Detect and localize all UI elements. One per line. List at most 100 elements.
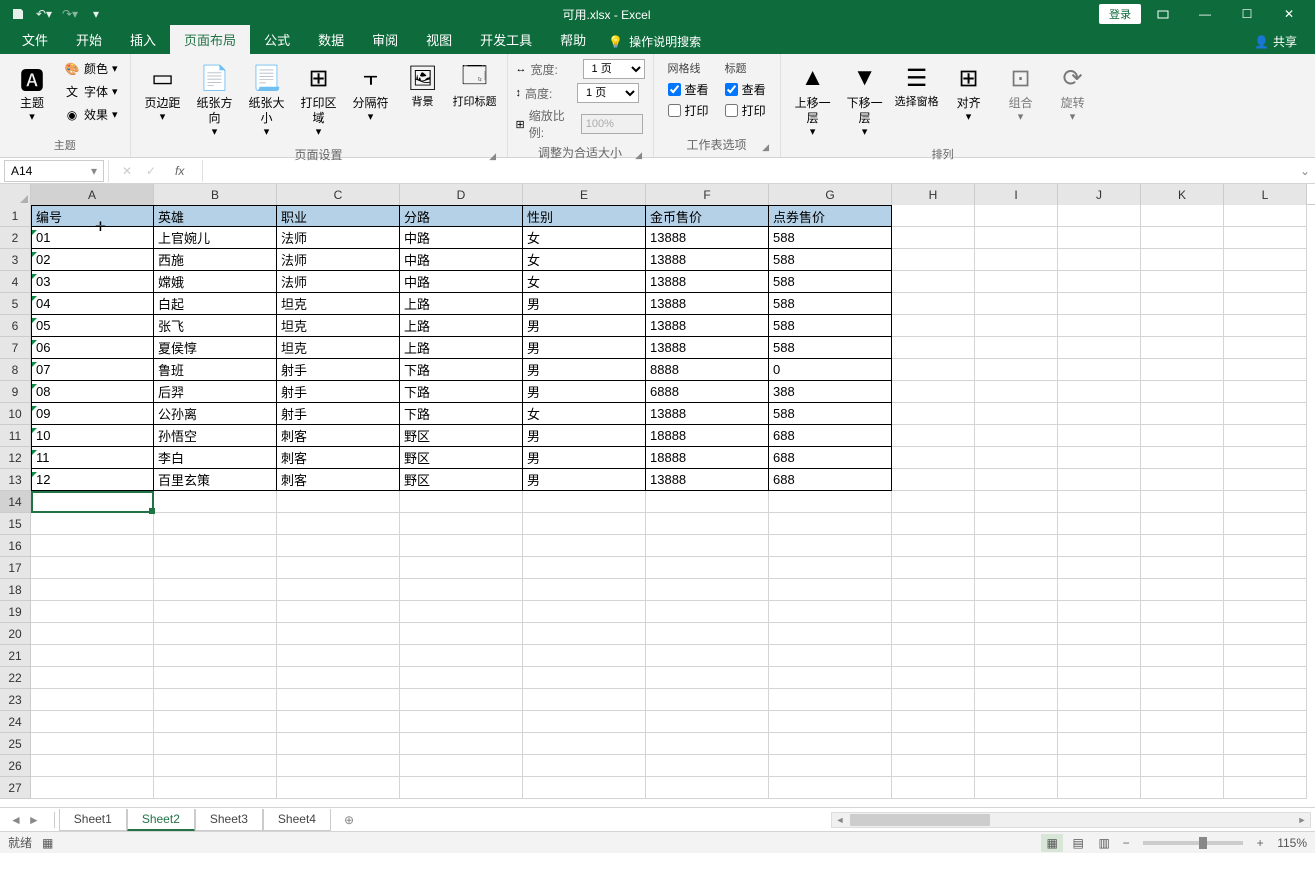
cell[interactable] [1141, 623, 1224, 645]
cell[interactable] [975, 513, 1058, 535]
cell[interactable]: 法师 [277, 271, 400, 293]
row-header[interactable]: 1 [0, 205, 31, 227]
headings-print-checkbox[interactable]: 打印 [725, 101, 766, 120]
cell[interactable] [1224, 315, 1307, 337]
cell[interactable] [975, 227, 1058, 249]
page-break-view-icon[interactable]: ▥ [1093, 834, 1115, 852]
cell[interactable] [400, 711, 523, 733]
cell[interactable] [1058, 755, 1141, 777]
row-header[interactable]: 12 [0, 447, 31, 469]
cell[interactable] [523, 623, 646, 645]
cell[interactable] [400, 491, 523, 513]
cell[interactable] [277, 513, 400, 535]
cell[interactable] [975, 425, 1058, 447]
cell[interactable] [523, 491, 646, 513]
cell[interactable] [892, 271, 975, 293]
cell[interactable] [975, 337, 1058, 359]
cell[interactable]: 金币售价 [646, 205, 769, 227]
cell[interactable] [523, 667, 646, 689]
cell[interactable] [400, 513, 523, 535]
cell[interactable] [523, 755, 646, 777]
horizontal-scrollbar[interactable]: ◄ ► [831, 812, 1311, 828]
colors-button[interactable]: 🎨颜色 ▾ [60, 58, 122, 79]
cell[interactable] [1224, 359, 1307, 381]
tab-review[interactable]: 审阅 [358, 25, 412, 54]
cell[interactable] [1058, 337, 1141, 359]
cell[interactable] [523, 645, 646, 667]
cell[interactable] [1224, 733, 1307, 755]
cell[interactable] [1224, 579, 1307, 601]
cell[interactable] [277, 623, 400, 645]
cell[interactable] [31, 755, 154, 777]
maximize-icon[interactable]: ☐ [1227, 0, 1267, 28]
margins-button[interactable]: ▭页边距▾ [139, 58, 187, 128]
tab-developer[interactable]: 开发工具 [466, 25, 546, 54]
cell[interactable] [1058, 711, 1141, 733]
row-header[interactable]: 19 [0, 601, 31, 623]
close-icon[interactable]: ✕ [1269, 0, 1309, 28]
cell[interactable] [1058, 381, 1141, 403]
tab-view[interactable]: 视图 [412, 25, 466, 54]
cell[interactable] [400, 535, 523, 557]
effects-button[interactable]: ◉效果 ▾ [60, 104, 122, 125]
cell[interactable] [277, 755, 400, 777]
cell[interactable]: 刺客 [277, 425, 400, 447]
cell[interactable] [769, 579, 892, 601]
cancel-icon[interactable]: ✕ [119, 163, 135, 179]
cell[interactable] [1058, 777, 1141, 799]
row-header[interactable]: 26 [0, 755, 31, 777]
cell[interactable] [154, 711, 277, 733]
cell[interactable] [154, 623, 277, 645]
row-header[interactable]: 3 [0, 249, 31, 271]
cell[interactable]: 法师 [277, 249, 400, 271]
cell[interactable]: 13888 [646, 271, 769, 293]
cell[interactable] [975, 645, 1058, 667]
cell[interactable] [975, 755, 1058, 777]
cell[interactable]: 女 [523, 249, 646, 271]
cell[interactable] [769, 733, 892, 755]
cell[interactable] [769, 535, 892, 557]
qat-customize-icon[interactable]: ▾ [86, 4, 106, 24]
macro-record-icon[interactable]: ▦ [42, 836, 53, 850]
cell[interactable] [523, 733, 646, 755]
cell[interactable] [31, 667, 154, 689]
cell[interactable]: 上路 [400, 293, 523, 315]
background-button[interactable]: 🖼背景 [399, 58, 447, 113]
cell[interactable] [31, 623, 154, 645]
share-button[interactable]: 👤共享 [1246, 29, 1305, 54]
cell[interactable] [277, 491, 400, 513]
zoom-in-icon[interactable]: + [1253, 836, 1267, 850]
cell[interactable] [400, 557, 523, 579]
cell[interactable] [1141, 601, 1224, 623]
row-header[interactable]: 25 [0, 733, 31, 755]
cell[interactable] [1224, 227, 1307, 249]
cell[interactable] [277, 777, 400, 799]
row-header[interactable]: 20 [0, 623, 31, 645]
row-header[interactable]: 16 [0, 535, 31, 557]
minimize-icon[interactable]: — [1185, 0, 1225, 28]
cell[interactable] [1141, 689, 1224, 711]
cell[interactable]: 13888 [646, 249, 769, 271]
cell[interactable]: 688 [769, 425, 892, 447]
cell[interactable] [1141, 755, 1224, 777]
normal-view-icon[interactable]: ▦ [1041, 834, 1063, 852]
cell[interactable] [975, 623, 1058, 645]
rotate-button[interactable]: ⟳旋转▾ [1049, 58, 1097, 128]
cell[interactable] [277, 711, 400, 733]
selection-pane-button[interactable]: ☰选择窗格 [893, 58, 941, 113]
cell[interactable] [1058, 601, 1141, 623]
cell[interactable]: 编号 [31, 205, 154, 227]
cell[interactable] [646, 513, 769, 535]
cell[interactable] [523, 601, 646, 623]
cell[interactable]: 688 [769, 447, 892, 469]
cell[interactable] [975, 711, 1058, 733]
cell[interactable] [769, 667, 892, 689]
cell[interactable]: 0 [769, 359, 892, 381]
cell[interactable] [769, 711, 892, 733]
cell[interactable]: 英雄 [154, 205, 277, 227]
cell[interactable] [1224, 249, 1307, 271]
tab-help[interactable]: 帮助 [546, 25, 600, 54]
cell[interactable] [892, 315, 975, 337]
cell[interactable]: 588 [769, 403, 892, 425]
cell[interactable] [646, 667, 769, 689]
